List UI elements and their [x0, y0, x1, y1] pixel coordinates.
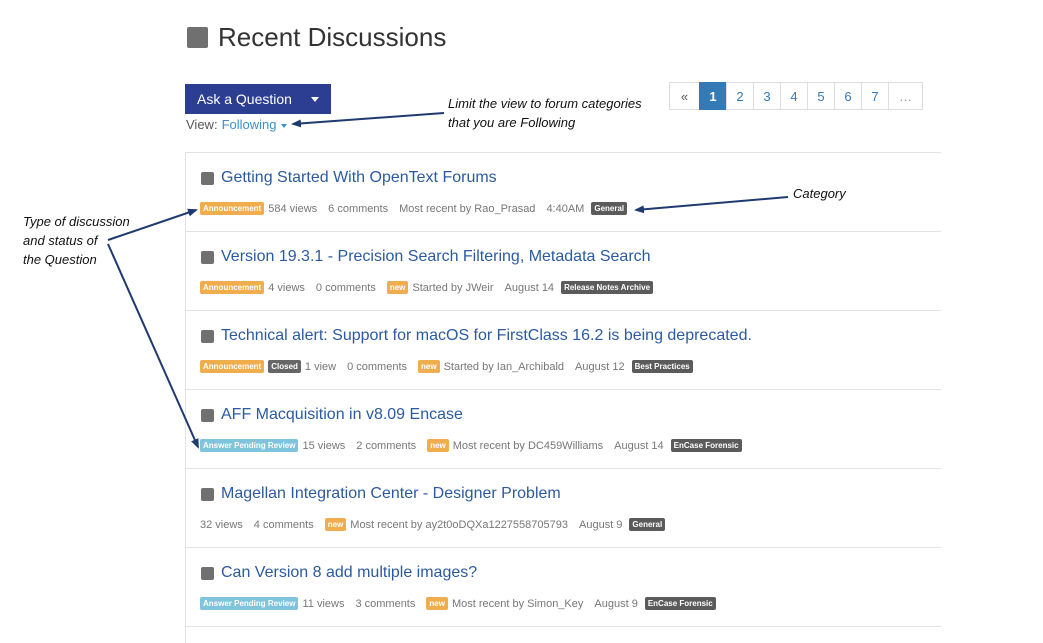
status-annotation-arrow [107, 243, 199, 449]
category-annotation-arrow [634, 196, 789, 214]
annotation-arrows [107, 112, 789, 449]
view-annotation-arrow [291, 112, 445, 128]
type-annotation-arrow [107, 208, 198, 241]
